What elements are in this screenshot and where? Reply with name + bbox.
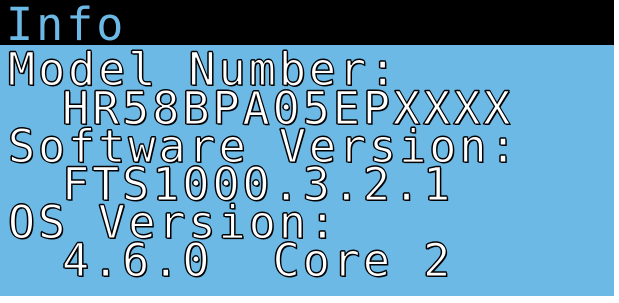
screen-title: Info <box>6 0 127 51</box>
lcd-display: Info Model Number: HR58BPA05EPXXXX Softw… <box>0 0 614 296</box>
os-version-value: 4.6.0 Core 2 <box>61 234 454 287</box>
